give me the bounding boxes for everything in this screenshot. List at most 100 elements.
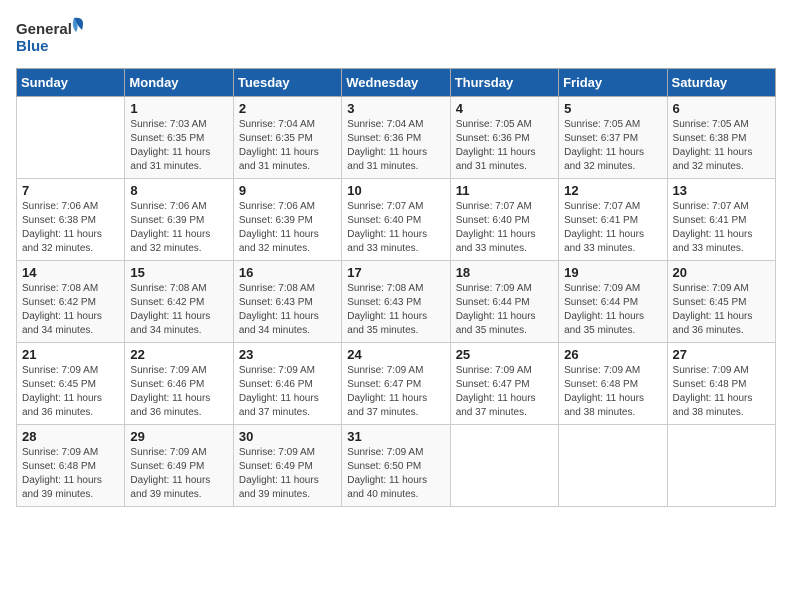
daylight-text: Daylight: 11 hours and 34 minutes.: [130, 311, 210, 336]
sunrise-text: Sunrise: 7:08 AM: [239, 283, 315, 294]
day-number: 12: [564, 183, 661, 198]
sunset-text: Sunset: 6:44 PM: [456, 297, 530, 308]
svg-text:Blue: Blue: [16, 38, 49, 55]
day-info: Sunrise: 7:09 AM Sunset: 6:47 PM Dayligh…: [456, 364, 553, 420]
daylight-text: Daylight: 11 hours and 32 minutes.: [239, 229, 319, 254]
sunset-text: Sunset: 6:35 PM: [130, 133, 204, 144]
calendar-cell: 14 Sunrise: 7:08 AM Sunset: 6:42 PM Dayl…: [17, 261, 125, 343]
logo: General Blue: [16, 16, 86, 58]
day-info: Sunrise: 7:09 AM Sunset: 6:44 PM Dayligh…: [564, 282, 661, 338]
day-info: Sunrise: 7:08 AM Sunset: 6:42 PM Dayligh…: [22, 282, 119, 338]
calendar-week-row: 21 Sunrise: 7:09 AM Sunset: 6:45 PM Dayl…: [17, 343, 776, 425]
day-number: 26: [564, 347, 661, 362]
day-number: 22: [130, 347, 227, 362]
sunset-text: Sunset: 6:45 PM: [673, 297, 747, 308]
calendar-cell: 16 Sunrise: 7:08 AM Sunset: 6:43 PM Dayl…: [233, 261, 341, 343]
sunrise-text: Sunrise: 7:07 AM: [673, 201, 749, 212]
sunrise-text: Sunrise: 7:09 AM: [239, 447, 315, 458]
calendar-week-row: 1 Sunrise: 7:03 AM Sunset: 6:35 PM Dayli…: [17, 97, 776, 179]
daylight-text: Daylight: 11 hours and 32 minutes.: [564, 147, 644, 172]
calendar-cell: 4 Sunrise: 7:05 AM Sunset: 6:36 PM Dayli…: [450, 97, 558, 179]
calendar-cell: 5 Sunrise: 7:05 AM Sunset: 6:37 PM Dayli…: [559, 97, 667, 179]
day-info: Sunrise: 7:05 AM Sunset: 6:36 PM Dayligh…: [456, 118, 553, 174]
svg-text:General: General: [16, 21, 72, 38]
logo-svg: General Blue: [16, 16, 86, 58]
daylight-text: Daylight: 11 hours and 31 minutes.: [239, 147, 319, 172]
sunrise-text: Sunrise: 7:09 AM: [239, 365, 315, 376]
header-sunday: Sunday: [17, 69, 125, 97]
daylight-text: Daylight: 11 hours and 40 minutes.: [347, 475, 427, 500]
day-number: 27: [673, 347, 770, 362]
calendar-cell: 28 Sunrise: 7:09 AM Sunset: 6:48 PM Dayl…: [17, 425, 125, 507]
calendar-cell: [450, 425, 558, 507]
calendar-cell: 17 Sunrise: 7:08 AM Sunset: 6:43 PM Dayl…: [342, 261, 450, 343]
calendar-cell: 22 Sunrise: 7:09 AM Sunset: 6:46 PM Dayl…: [125, 343, 233, 425]
day-info: Sunrise: 7:09 AM Sunset: 6:50 PM Dayligh…: [347, 446, 444, 502]
day-info: Sunrise: 7:06 AM Sunset: 6:39 PM Dayligh…: [130, 200, 227, 256]
calendar-cell: 8 Sunrise: 7:06 AM Sunset: 6:39 PM Dayli…: [125, 179, 233, 261]
day-info: Sunrise: 7:05 AM Sunset: 6:37 PM Dayligh…: [564, 118, 661, 174]
day-info: Sunrise: 7:09 AM Sunset: 6:45 PM Dayligh…: [22, 364, 119, 420]
daylight-text: Daylight: 11 hours and 37 minutes.: [456, 393, 536, 418]
sunset-text: Sunset: 6:40 PM: [456, 215, 530, 226]
sunrise-text: Sunrise: 7:09 AM: [22, 365, 98, 376]
calendar-cell: 12 Sunrise: 7:07 AM Sunset: 6:41 PM Dayl…: [559, 179, 667, 261]
day-info: Sunrise: 7:08 AM Sunset: 6:42 PM Dayligh…: [130, 282, 227, 338]
sunrise-text: Sunrise: 7:07 AM: [347, 201, 423, 212]
daylight-text: Daylight: 11 hours and 33 minutes.: [673, 229, 753, 254]
sunrise-text: Sunrise: 7:09 AM: [564, 283, 640, 294]
sunset-text: Sunset: 6:48 PM: [22, 461, 96, 472]
sunset-text: Sunset: 6:44 PM: [564, 297, 638, 308]
day-number: 10: [347, 183, 444, 198]
day-number: 19: [564, 265, 661, 280]
calendar-cell: 15 Sunrise: 7:08 AM Sunset: 6:42 PM Dayl…: [125, 261, 233, 343]
daylight-text: Daylight: 11 hours and 31 minutes.: [347, 147, 427, 172]
daylight-text: Daylight: 11 hours and 33 minutes.: [564, 229, 644, 254]
sunset-text: Sunset: 6:42 PM: [22, 297, 96, 308]
calendar-cell: 26 Sunrise: 7:09 AM Sunset: 6:48 PM Dayl…: [559, 343, 667, 425]
day-info: Sunrise: 7:04 AM Sunset: 6:35 PM Dayligh…: [239, 118, 336, 174]
header-tuesday: Tuesday: [233, 69, 341, 97]
daylight-text: Daylight: 11 hours and 38 minutes.: [564, 393, 644, 418]
sunset-text: Sunset: 6:49 PM: [239, 461, 313, 472]
day-info: Sunrise: 7:07 AM Sunset: 6:41 PM Dayligh…: [564, 200, 661, 256]
calendar-week-row: 14 Sunrise: 7:08 AM Sunset: 6:42 PM Dayl…: [17, 261, 776, 343]
daylight-text: Daylight: 11 hours and 37 minutes.: [347, 393, 427, 418]
sunrise-text: Sunrise: 7:09 AM: [347, 447, 423, 458]
sunset-text: Sunset: 6:36 PM: [347, 133, 421, 144]
header-monday: Monday: [125, 69, 233, 97]
daylight-text: Daylight: 11 hours and 36 minutes.: [22, 393, 102, 418]
calendar-cell: 18 Sunrise: 7:09 AM Sunset: 6:44 PM Dayl…: [450, 261, 558, 343]
calendar-table: SundayMondayTuesdayWednesdayThursdayFrid…: [16, 68, 776, 507]
sunrise-text: Sunrise: 7:05 AM: [673, 119, 749, 130]
sunrise-text: Sunrise: 7:09 AM: [456, 283, 532, 294]
sunrise-text: Sunrise: 7:09 AM: [456, 365, 532, 376]
day-number: 14: [22, 265, 119, 280]
sunset-text: Sunset: 6:43 PM: [239, 297, 313, 308]
sunrise-text: Sunrise: 7:04 AM: [347, 119, 423, 130]
day-info: Sunrise: 7:04 AM Sunset: 6:36 PM Dayligh…: [347, 118, 444, 174]
day-info: Sunrise: 7:09 AM Sunset: 6:48 PM Dayligh…: [22, 446, 119, 502]
calendar-cell: 21 Sunrise: 7:09 AM Sunset: 6:45 PM Dayl…: [17, 343, 125, 425]
day-number: 31: [347, 429, 444, 444]
sunrise-text: Sunrise: 7:04 AM: [239, 119, 315, 130]
sunrise-text: Sunrise: 7:03 AM: [130, 119, 206, 130]
header-saturday: Saturday: [667, 69, 775, 97]
day-info: Sunrise: 7:09 AM Sunset: 6:49 PM Dayligh…: [130, 446, 227, 502]
calendar-cell: 19 Sunrise: 7:09 AM Sunset: 6:44 PM Dayl…: [559, 261, 667, 343]
sunrise-text: Sunrise: 7:09 AM: [130, 365, 206, 376]
daylight-text: Daylight: 11 hours and 32 minutes.: [130, 229, 210, 254]
sunset-text: Sunset: 6:47 PM: [347, 379, 421, 390]
day-number: 2: [239, 101, 336, 116]
calendar-cell: 20 Sunrise: 7:09 AM Sunset: 6:45 PM Dayl…: [667, 261, 775, 343]
day-number: 30: [239, 429, 336, 444]
sunrise-text: Sunrise: 7:05 AM: [564, 119, 640, 130]
day-info: Sunrise: 7:09 AM Sunset: 6:49 PM Dayligh…: [239, 446, 336, 502]
day-number: 1: [130, 101, 227, 116]
calendar-cell: 31 Sunrise: 7:09 AM Sunset: 6:50 PM Dayl…: [342, 425, 450, 507]
daylight-text: Daylight: 11 hours and 35 minutes.: [456, 311, 536, 336]
daylight-text: Daylight: 11 hours and 33 minutes.: [347, 229, 427, 254]
sunset-text: Sunset: 6:43 PM: [347, 297, 421, 308]
sunrise-text: Sunrise: 7:09 AM: [22, 447, 98, 458]
calendar-cell: 2 Sunrise: 7:04 AM Sunset: 6:35 PM Dayli…: [233, 97, 341, 179]
